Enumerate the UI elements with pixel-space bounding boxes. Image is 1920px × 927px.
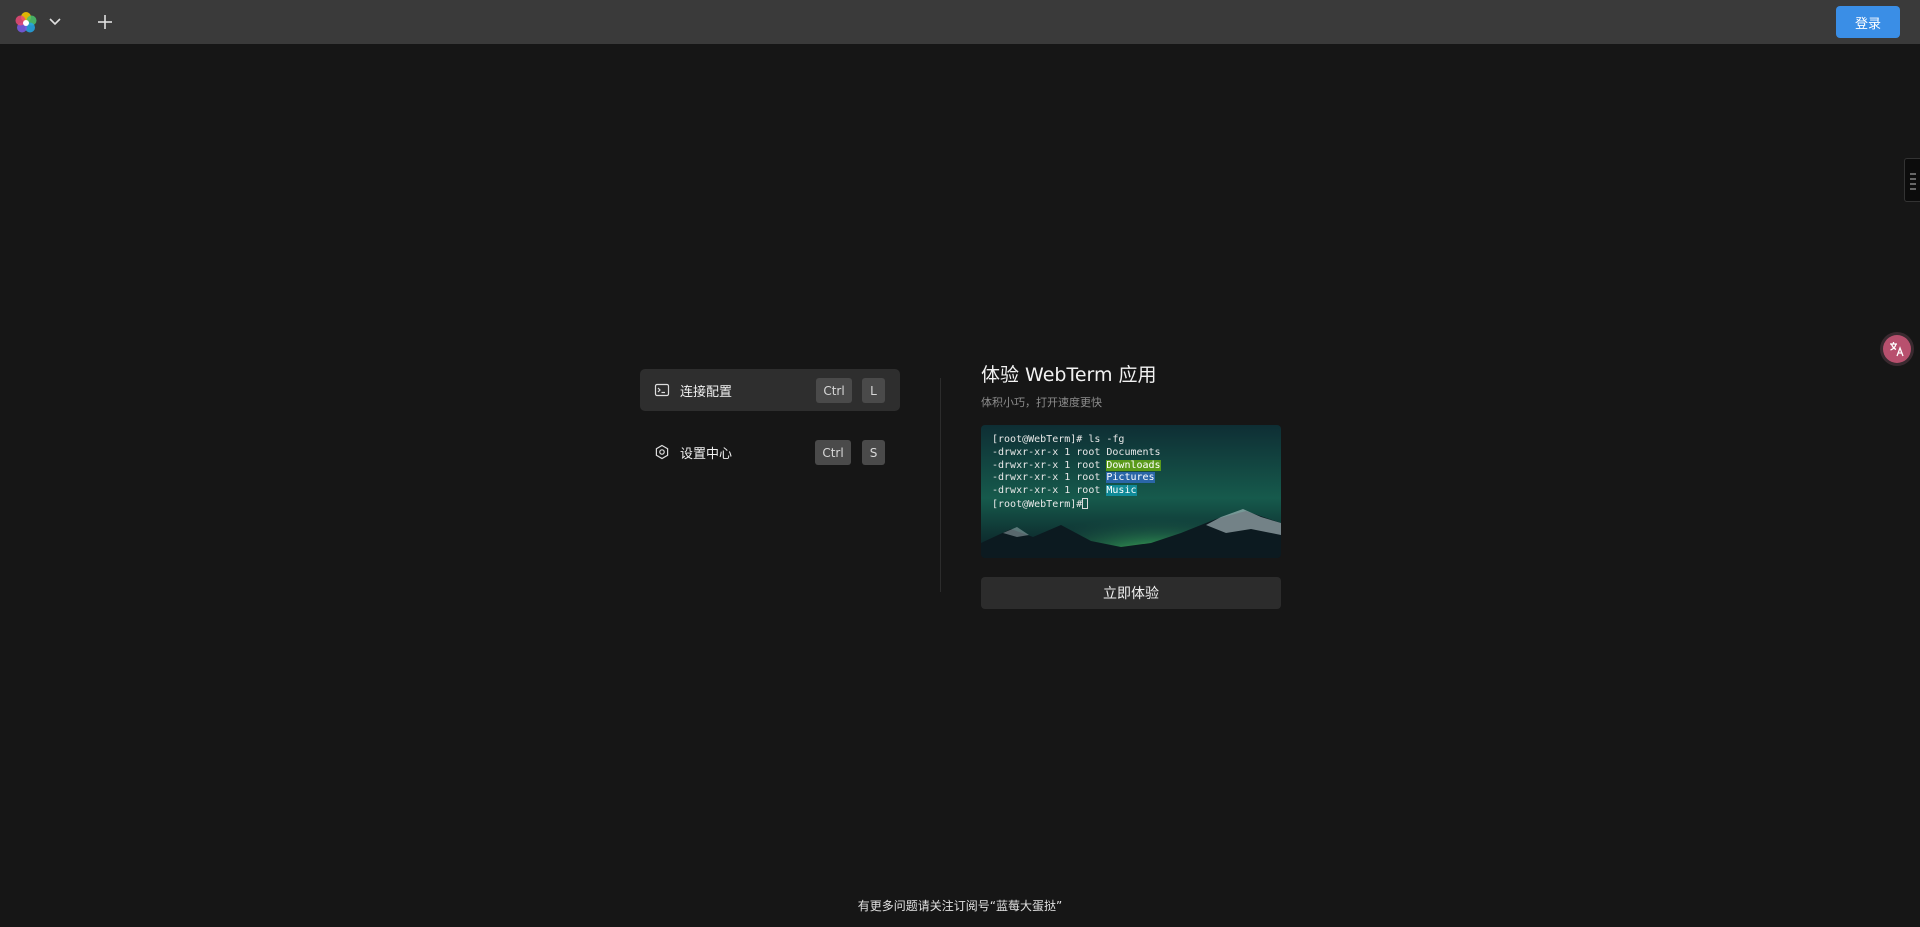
promo-subtitle: 体积小巧，打开速度更快 <box>981 396 1102 409</box>
login-button[interactable]: 登录 <box>1836 6 1900 38</box>
footer-note: 有更多问题请关注订阅号“蓝莓大蛋挞” <box>857 899 1063 913</box>
quick-menu: 连接配置 Ctrl L 设置中心 Ctrl S <box>640 369 900 493</box>
try-now-button[interactable]: 立即体验 <box>981 577 1281 609</box>
promo-title: 体验 WebTerm 应用 <box>981 364 1157 386</box>
translate-icon <box>1890 342 1904 357</box>
drag-handle-icon[interactable] <box>1904 158 1920 202</box>
shortcut-key-l: L <box>862 378 885 403</box>
terminal-cursor <box>1082 497 1089 509</box>
menu-item-settings-center[interactable]: 设置中心 Ctrl S <box>640 431 900 473</box>
pinwheel-logo-icon[interactable] <box>14 11 38 35</box>
shortcut-key-ctrl: Ctrl <box>816 378 852 403</box>
terminal-icon <box>654 383 670 397</box>
menu-item-connection-config[interactable]: 连接配置 Ctrl L <box>640 369 900 411</box>
menu-item-label: 连接配置 <box>680 384 733 400</box>
top-bar: 登录 <box>0 0 1920 44</box>
plus-icon[interactable] <box>96 13 114 31</box>
shortcut-key-ctrl: Ctrl <box>815 440 851 465</box>
webterm-promo: 体验 WebTerm 应用 体积小巧，打开速度更快 [root@WebTerm]… <box>981 360 1281 609</box>
settings-icon <box>655 444 669 460</box>
terminal-preview-image: [root@WebTerm]# ls -fg -drwxr-xr-x 1 roo… <box>981 425 1281 558</box>
chevron-down-icon[interactable] <box>48 16 62 28</box>
divider <box>940 378 941 592</box>
menu-item-label: 设置中心 <box>680 446 733 462</box>
terminal-text: [root@WebTerm]# ls -fg -drwxr-xr-x 1 roo… <box>992 434 1161 510</box>
translate-button[interactable] <box>1883 335 1911 363</box>
shortcut-key-s: S <box>862 440 885 465</box>
